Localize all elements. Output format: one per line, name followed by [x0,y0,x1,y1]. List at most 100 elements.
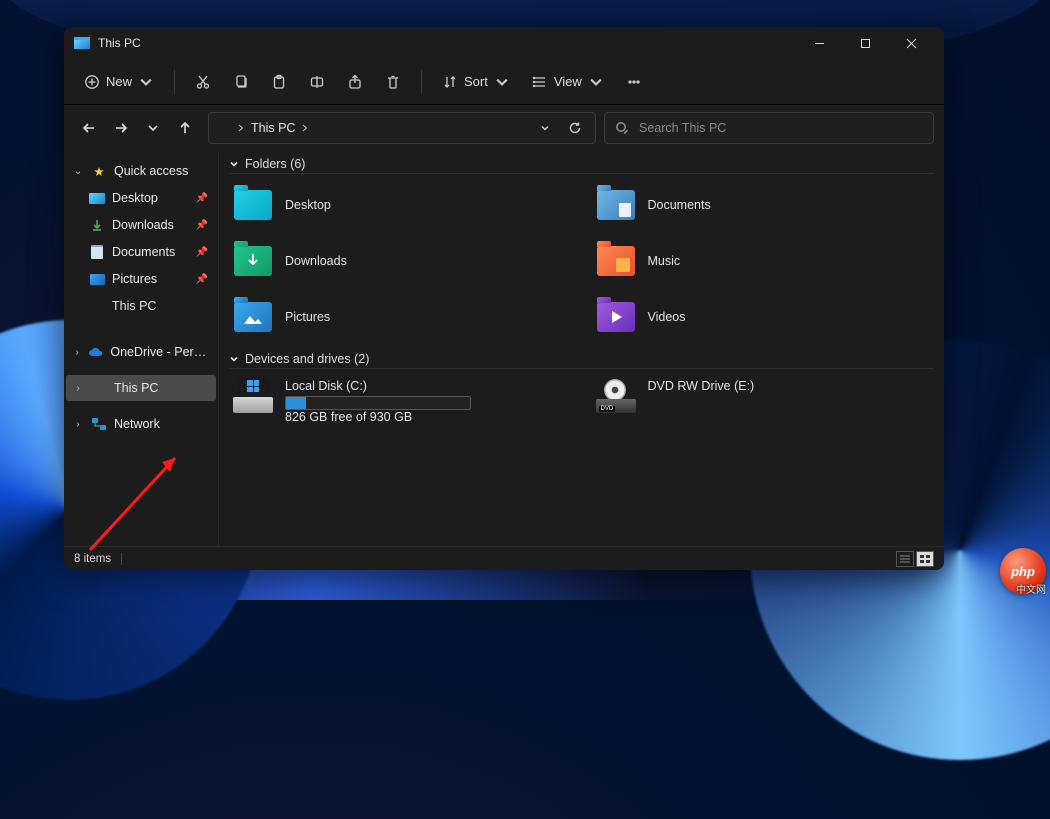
recent-button[interactable] [138,113,168,143]
sidebar-item-desktop[interactable]: Desktop 📌 [66,185,216,211]
close-button[interactable] [888,27,934,59]
folder-icon [597,302,635,332]
sidebar-item-downloads[interactable]: Downloads 📌 [66,212,216,238]
documents-icon [88,244,106,260]
more-button[interactable] [618,68,650,96]
pin-icon: 📌 [196,220,208,231]
address-history-button[interactable] [531,114,559,142]
dvd-icon: DVD [596,379,636,413]
status-bar: 8 items [64,546,944,570]
share-button[interactable] [339,68,371,96]
folder-videos[interactable]: Videos [592,292,935,342]
drive-free-text: 826 GB free of 930 GB [285,410,568,424]
pictures-icon [88,271,106,287]
pin-icon: 📌 [196,193,208,204]
sidebar-item-thispc-quick[interactable]: This PC [66,293,216,319]
folder-label: Documents [648,198,711,212]
folder-label: Videos [648,310,686,324]
drive-dvd-e[interactable]: DVD DVD RW Drive (E:) [592,375,935,428]
folder-pictures[interactable]: Pictures [229,292,572,342]
sidebar-item-label: Pictures [112,272,157,286]
address-bar[interactable]: This PC [208,112,596,144]
folder-downloads[interactable]: Downloads [229,236,572,286]
folder-icon [597,246,635,276]
view-button[interactable]: View [524,68,612,96]
chevron-down-icon [229,354,239,364]
paste-icon [271,74,287,90]
search-box[interactable]: Search This PC [604,112,934,144]
file-explorer-window: This PC New Sort View [64,27,944,570]
folder-documents[interactable]: Documents [592,180,935,230]
new-label: New [106,74,132,89]
sidebar-label: Network [114,417,160,431]
chevron-right-icon [237,124,245,132]
folder-icon [234,246,272,276]
folder-icon [234,302,272,332]
copy-icon [233,74,249,90]
maximize-button[interactable] [842,27,888,59]
copy-button[interactable] [225,68,257,96]
chevron-right-icon [301,124,309,132]
refresh-button[interactable] [561,114,589,142]
cut-icon [195,74,211,90]
delete-button[interactable] [377,68,409,96]
folder-label: Pictures [285,310,330,324]
tiles-view-button[interactable] [916,551,934,567]
star-icon: ★ [90,163,108,179]
sidebar-item-documents[interactable]: Documents 📌 [66,239,216,265]
drive-usage-bar [285,396,471,410]
cloud-icon [88,344,104,360]
chevron-down-icon [494,74,510,90]
folder-label: Downloads [285,254,347,268]
sidebar-quick-access[interactable]: ⌄ ★ Quick access [66,158,216,184]
group-header-folders[interactable]: Folders (6) [229,155,934,174]
network-icon [90,416,108,432]
thispc-icon [88,298,106,314]
desktop-icon [88,190,106,206]
paste-button[interactable] [263,68,295,96]
sort-label: Sort [464,74,488,89]
chevron-down-icon [229,159,239,169]
chevron-down-icon [138,74,154,90]
drive-local-c[interactable]: Local Disk (C:) 826 GB free of 930 GB [229,375,572,428]
titlebar[interactable]: This PC [64,27,944,59]
chevron-down-icon [588,74,604,90]
sidebar-label: OneDrive - Personal [110,345,208,359]
sidebar-network[interactable]: › Network [66,411,216,437]
folder-icon [597,190,635,220]
thispc-icon [90,380,108,396]
trash-icon [385,74,401,90]
up-button[interactable] [170,113,200,143]
details-view-button[interactable] [896,551,914,567]
forward-button[interactable] [106,113,136,143]
plus-circle-icon [84,74,100,90]
cut-button[interactable] [187,68,219,96]
window-title: This PC [98,36,141,50]
pin-icon: 📌 [196,247,208,258]
sidebar-item-label: Documents [112,245,175,259]
search-icon [615,121,629,135]
toolbar: New Sort View [64,59,944,105]
view-icon [532,74,548,90]
content-pane: Folders (6) Desktop Documents Downloads [218,151,944,546]
group-header-drives[interactable]: Devices and drives (2) [229,350,934,369]
minimize-button[interactable] [796,27,842,59]
search-placeholder: Search This PC [639,121,726,135]
folder-label: Music [648,254,681,268]
status-item-count: 8 items [74,553,111,565]
drive-label: DVD RW Drive (E:) [648,379,931,393]
sidebar-thispc[interactable]: › This PC [66,375,216,401]
sidebar-label: This PC [114,381,158,395]
folder-desktop[interactable]: Desktop [229,180,572,230]
sort-icon [442,74,458,90]
chevron-down-icon: ⌄ [72,166,84,177]
more-icon [626,74,642,90]
sort-button[interactable]: Sort [434,68,518,96]
view-label: View [554,74,582,89]
sidebar-item-pictures[interactable]: Pictures 📌 [66,266,216,292]
folder-music[interactable]: Music [592,236,935,286]
back-button[interactable] [74,113,104,143]
new-button[interactable]: New [76,68,162,96]
sidebar-onedrive[interactable]: › OneDrive - Personal [66,339,216,365]
rename-button[interactable] [301,68,333,96]
